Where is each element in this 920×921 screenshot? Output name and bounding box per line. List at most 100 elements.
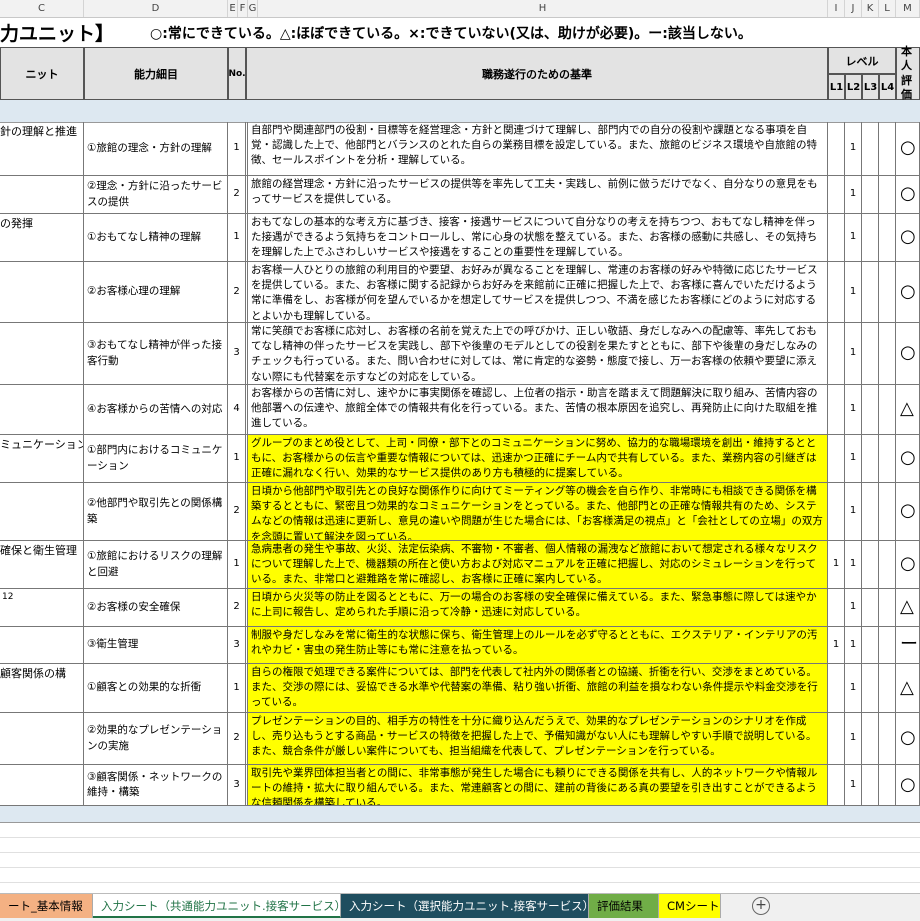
level4-cell[interactable]: [879, 122, 896, 176]
level3-cell[interactable]: [862, 483, 879, 541]
column-header-g[interactable]: G: [248, 0, 258, 17]
level4-cell[interactable]: [879, 483, 896, 541]
standard-cell[interactable]: 制服や身だしなみを常に衛生的な状態に保ち、衛生管理上のルールを必ず守るとともに、…: [248, 627, 828, 664]
no-cell[interactable]: 3: [228, 323, 246, 385]
tab-common-input[interactable]: 入力シート（共通能力ユニット.接客サービス）: [93, 894, 346, 918]
level3-cell[interactable]: [862, 323, 879, 385]
level4-cell[interactable]: [879, 214, 896, 262]
column-header-k[interactable]: K: [862, 0, 879, 17]
standard-cell[interactable]: グループのまとめ役として、上司・同僚・部下とのコミュニケーションに努め、協力的な…: [248, 435, 828, 483]
detail-cell[interactable]: ①部門内におけるコミュニケーション: [84, 435, 228, 483]
no-cell[interactable]: 2: [228, 262, 246, 323]
level4-cell[interactable]: [879, 385, 896, 435]
self-eval-cell[interactable]: ○: [896, 541, 920, 589]
unit-cell[interactable]: [0, 627, 84, 664]
level3-cell[interactable]: [862, 262, 879, 323]
level4-cell[interactable]: [879, 541, 896, 589]
level1-cell[interactable]: [828, 176, 845, 214]
no-cell[interactable]: 2: [228, 589, 246, 627]
no-cell[interactable]: 4: [228, 385, 246, 435]
level1-cell[interactable]: [828, 664, 845, 713]
no-cell[interactable]: 1: [228, 214, 246, 262]
empty-row[interactable]: [0, 837, 920, 853]
level2-cell[interactable]: 1: [845, 176, 862, 214]
detail-cell[interactable]: ②理念・方針に沿ったサービスの提供: [84, 176, 228, 214]
level1-cell[interactable]: [828, 262, 845, 323]
no-cell[interactable]: 1: [228, 541, 246, 589]
column-header-l[interactable]: L: [879, 0, 896, 17]
level4-cell[interactable]: [879, 664, 896, 713]
tab-evaluation-result[interactable]: 評価結果: [589, 894, 659, 918]
level1-cell[interactable]: [828, 122, 845, 176]
no-cell[interactable]: 2: [228, 176, 246, 214]
level1-cell[interactable]: [828, 483, 845, 541]
level1-cell[interactable]: 1: [828, 541, 845, 589]
unit-cell[interactable]: [0, 262, 84, 323]
detail-cell[interactable]: ③衛生管理: [84, 627, 228, 664]
standard-cell[interactable]: 自らの権限で処理できる案件については、部門を代表して社内外の関係者との協議、折衝…: [248, 664, 828, 713]
unit-cell[interactable]: 針の理解と推進: [0, 122, 84, 176]
no-cell[interactable]: 2: [228, 713, 246, 765]
detail-cell[interactable]: ①旅館の理念・方針の理解: [84, 122, 228, 176]
detail-cell[interactable]: ②お客様心理の理解: [84, 262, 228, 323]
level4-cell[interactable]: [879, 262, 896, 323]
level2-cell[interactable]: 1: [845, 765, 862, 806]
tab-cm-sheet[interactable]: CMシート: [659, 894, 721, 918]
self-eval-cell[interactable]: ○: [896, 122, 920, 176]
no-cell[interactable]: 3: [228, 627, 246, 664]
unit-cell[interactable]: [0, 765, 84, 806]
level2-cell[interactable]: 1: [845, 483, 862, 541]
standard-cell[interactable]: 急病患者の発生や事故、火災、法定伝染病、不審物・不審者、個人情報の漏洩など旅館に…: [248, 541, 828, 589]
detail-cell[interactable]: ④お客様からの苦情への対応: [84, 385, 228, 435]
standard-cell[interactable]: 旅館の経営理念・方針に沿ったサービスの提供等を率先して工夫・実践し、前例に倣うだ…: [248, 176, 828, 214]
level4-cell[interactable]: [879, 589, 896, 627]
level2-cell[interactable]: 1: [845, 541, 862, 589]
level4-cell[interactable]: [879, 627, 896, 664]
level2-cell[interactable]: 1: [845, 664, 862, 713]
column-header-f[interactable]: F: [238, 0, 248, 17]
unit-cell[interactable]: 顧客関係の構: [0, 664, 84, 713]
level2-cell[interactable]: 1: [845, 713, 862, 765]
self-eval-cell[interactable]: △: [896, 664, 920, 713]
detail-cell[interactable]: ③おもてなし精神が伴った接客行動: [84, 323, 228, 385]
column-header-h[interactable]: H: [258, 0, 828, 17]
standard-cell[interactable]: おもてなしの基本的な考え方に基づき、接客・接遇サービスについて自分なりの考えを持…: [248, 214, 828, 262]
level3-cell[interactable]: [862, 589, 879, 627]
level1-cell[interactable]: [828, 214, 845, 262]
standard-cell[interactable]: 日頃から火災等の防止を図るとともに、万一の場合のお客様の安全確保に備えている。ま…: [248, 589, 828, 627]
self-eval-cell[interactable]: ー: [896, 627, 920, 664]
detail-cell[interactable]: ②他部門や取引先との関係構築: [84, 483, 228, 541]
level3-cell[interactable]: [862, 541, 879, 589]
standard-cell[interactable]: 取引先や業界団体担当者との間に、非常事態が発生した場合にも頼りにできる関係を共有…: [248, 765, 828, 806]
unit-cell[interactable]: の発揮: [0, 214, 84, 262]
standard-cell[interactable]: 日頃から他部門や取引先との良好な関係作りに向けてミーティング等の機会を自ら作り、…: [248, 483, 828, 541]
self-eval-cell[interactable]: ○: [896, 262, 920, 323]
detail-cell[interactable]: ①旅館におけるリスクの理解と回避: [84, 541, 228, 589]
level2-cell[interactable]: 1: [845, 262, 862, 323]
standard-cell[interactable]: 自部門や関連部門の役割・目標等を経営理念・方針と関連づけて理解し、部門内での自分…: [248, 122, 828, 176]
no-cell[interactable]: 1: [228, 664, 246, 713]
self-eval-cell[interactable]: △: [896, 589, 920, 627]
column-header-j[interactable]: J: [845, 0, 862, 17]
self-eval-cell[interactable]: ○: [896, 176, 920, 214]
column-header-d[interactable]: D: [84, 0, 228, 17]
no-cell[interactable]: 1: [228, 122, 246, 176]
column-header-m[interactable]: M: [896, 0, 920, 17]
column-header-e[interactable]: E: [228, 0, 238, 17]
level4-cell[interactable]: [879, 713, 896, 765]
column-header-c[interactable]: C: [0, 0, 84, 17]
no-cell[interactable]: 1: [228, 435, 246, 483]
self-eval-cell[interactable]: ○: [896, 435, 920, 483]
level2-cell[interactable]: 1: [845, 589, 862, 627]
detail-cell[interactable]: ②効果的なプレゼンテーションの実施: [84, 713, 228, 765]
unit-cell[interactable]: [0, 385, 84, 435]
level1-cell[interactable]: [828, 765, 845, 806]
unit-cell[interactable]: [0, 483, 84, 541]
self-eval-cell[interactable]: ○: [896, 713, 920, 765]
level2-cell[interactable]: 1: [845, 214, 862, 262]
column-header-i[interactable]: I: [828, 0, 845, 17]
level3-cell[interactable]: [862, 122, 879, 176]
unit-cell[interactable]: ミュニケーション: [0, 435, 84, 483]
tab-selected-input[interactable]: 入力シート（選択能力ユニット.接客サービス）: [341, 894, 594, 918]
plus-circle-icon[interactable]: +: [752, 897, 770, 915]
